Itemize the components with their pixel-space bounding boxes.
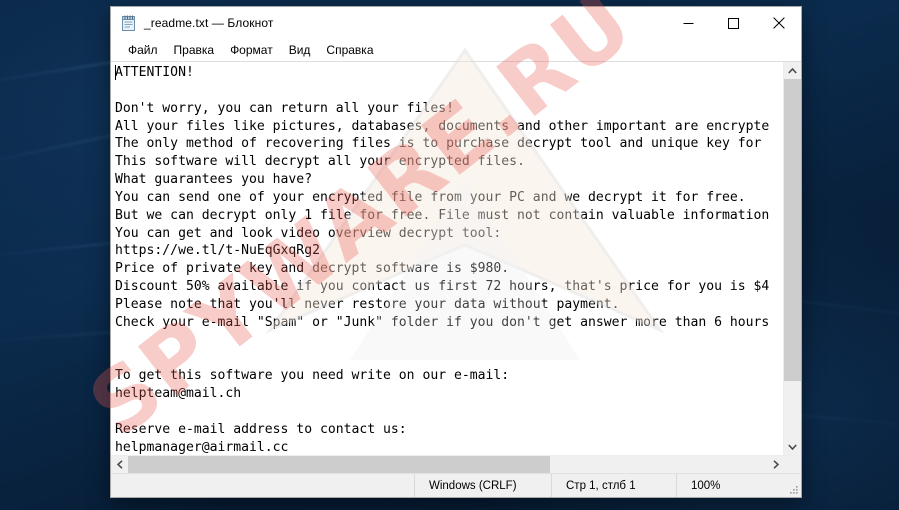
resize-grip[interactable] bbox=[783, 474, 801, 497]
vertical-scroll-track[interactable] bbox=[784, 79, 801, 438]
minimize-button[interactable] bbox=[666, 7, 711, 39]
window-title: _readme.txt — Блокнот bbox=[144, 16, 274, 30]
vertical-scrollbar[interactable] bbox=[783, 62, 801, 455]
maximize-icon bbox=[728, 17, 739, 29]
notepad-window[interactable]: _readme.txt — Блокнот Файл Правка Формат… bbox=[110, 6, 802, 498]
menu-bar: Файл Правка Формат Вид Справка bbox=[111, 39, 801, 62]
horizontal-scroll-thumb[interactable] bbox=[128, 456, 550, 473]
menu-item-edit[interactable]: Правка bbox=[166, 41, 223, 60]
chevron-up-icon bbox=[788, 67, 797, 74]
scroll-up-button[interactable] bbox=[784, 62, 801, 79]
scroll-right-button[interactable] bbox=[767, 456, 784, 473]
vertical-scroll-thumb[interactable] bbox=[784, 79, 801, 381]
document-text: ATTENTION! Don't worry, you can return a… bbox=[115, 65, 770, 455]
resize-grip-icon bbox=[790, 486, 798, 494]
editor-area: ATTENTION! Don't worry, you can return a… bbox=[111, 62, 801, 455]
close-button[interactable] bbox=[756, 7, 801, 39]
text-editor[interactable]: ATTENTION! Don't worry, you can return a… bbox=[111, 62, 783, 455]
menu-item-view[interactable]: Вид bbox=[281, 41, 319, 60]
horizontal-scroll-track[interactable] bbox=[128, 456, 767, 473]
status-line-column: Стр 1, стлб 1 bbox=[551, 474, 676, 497]
title-bar[interactable]: _readme.txt — Блокнот bbox=[111, 7, 801, 39]
desktop-background: _readme.txt — Блокнот Файл Правка Формат… bbox=[0, 0, 899, 510]
status-zoom: 100% bbox=[676, 474, 783, 497]
status-encoding: Windows (CRLF) bbox=[414, 474, 551, 497]
scrollbar-corner bbox=[784, 456, 801, 473]
menu-item-format[interactable]: Формат bbox=[222, 41, 281, 60]
horizontal-scrollbar[interactable] bbox=[111, 455, 801, 473]
scroll-left-button[interactable] bbox=[111, 456, 128, 473]
chevron-left-icon bbox=[116, 460, 123, 469]
chevron-right-icon bbox=[772, 460, 779, 469]
menu-item-help[interactable]: Справка bbox=[318, 41, 381, 60]
maximize-button[interactable] bbox=[711, 7, 756, 39]
notepad-icon bbox=[122, 15, 135, 31]
minimize-icon bbox=[683, 22, 694, 24]
status-bar: Windows (CRLF) Стр 1, стлб 1 100% bbox=[111, 473, 801, 497]
window-controls bbox=[666, 7, 801, 39]
close-icon bbox=[772, 17, 785, 29]
scroll-down-button[interactable] bbox=[784, 438, 801, 455]
menu-item-file[interactable]: Файл bbox=[120, 41, 166, 60]
title-bar-left: _readme.txt — Блокнот bbox=[111, 15, 666, 32]
chevron-down-icon bbox=[788, 443, 797, 450]
